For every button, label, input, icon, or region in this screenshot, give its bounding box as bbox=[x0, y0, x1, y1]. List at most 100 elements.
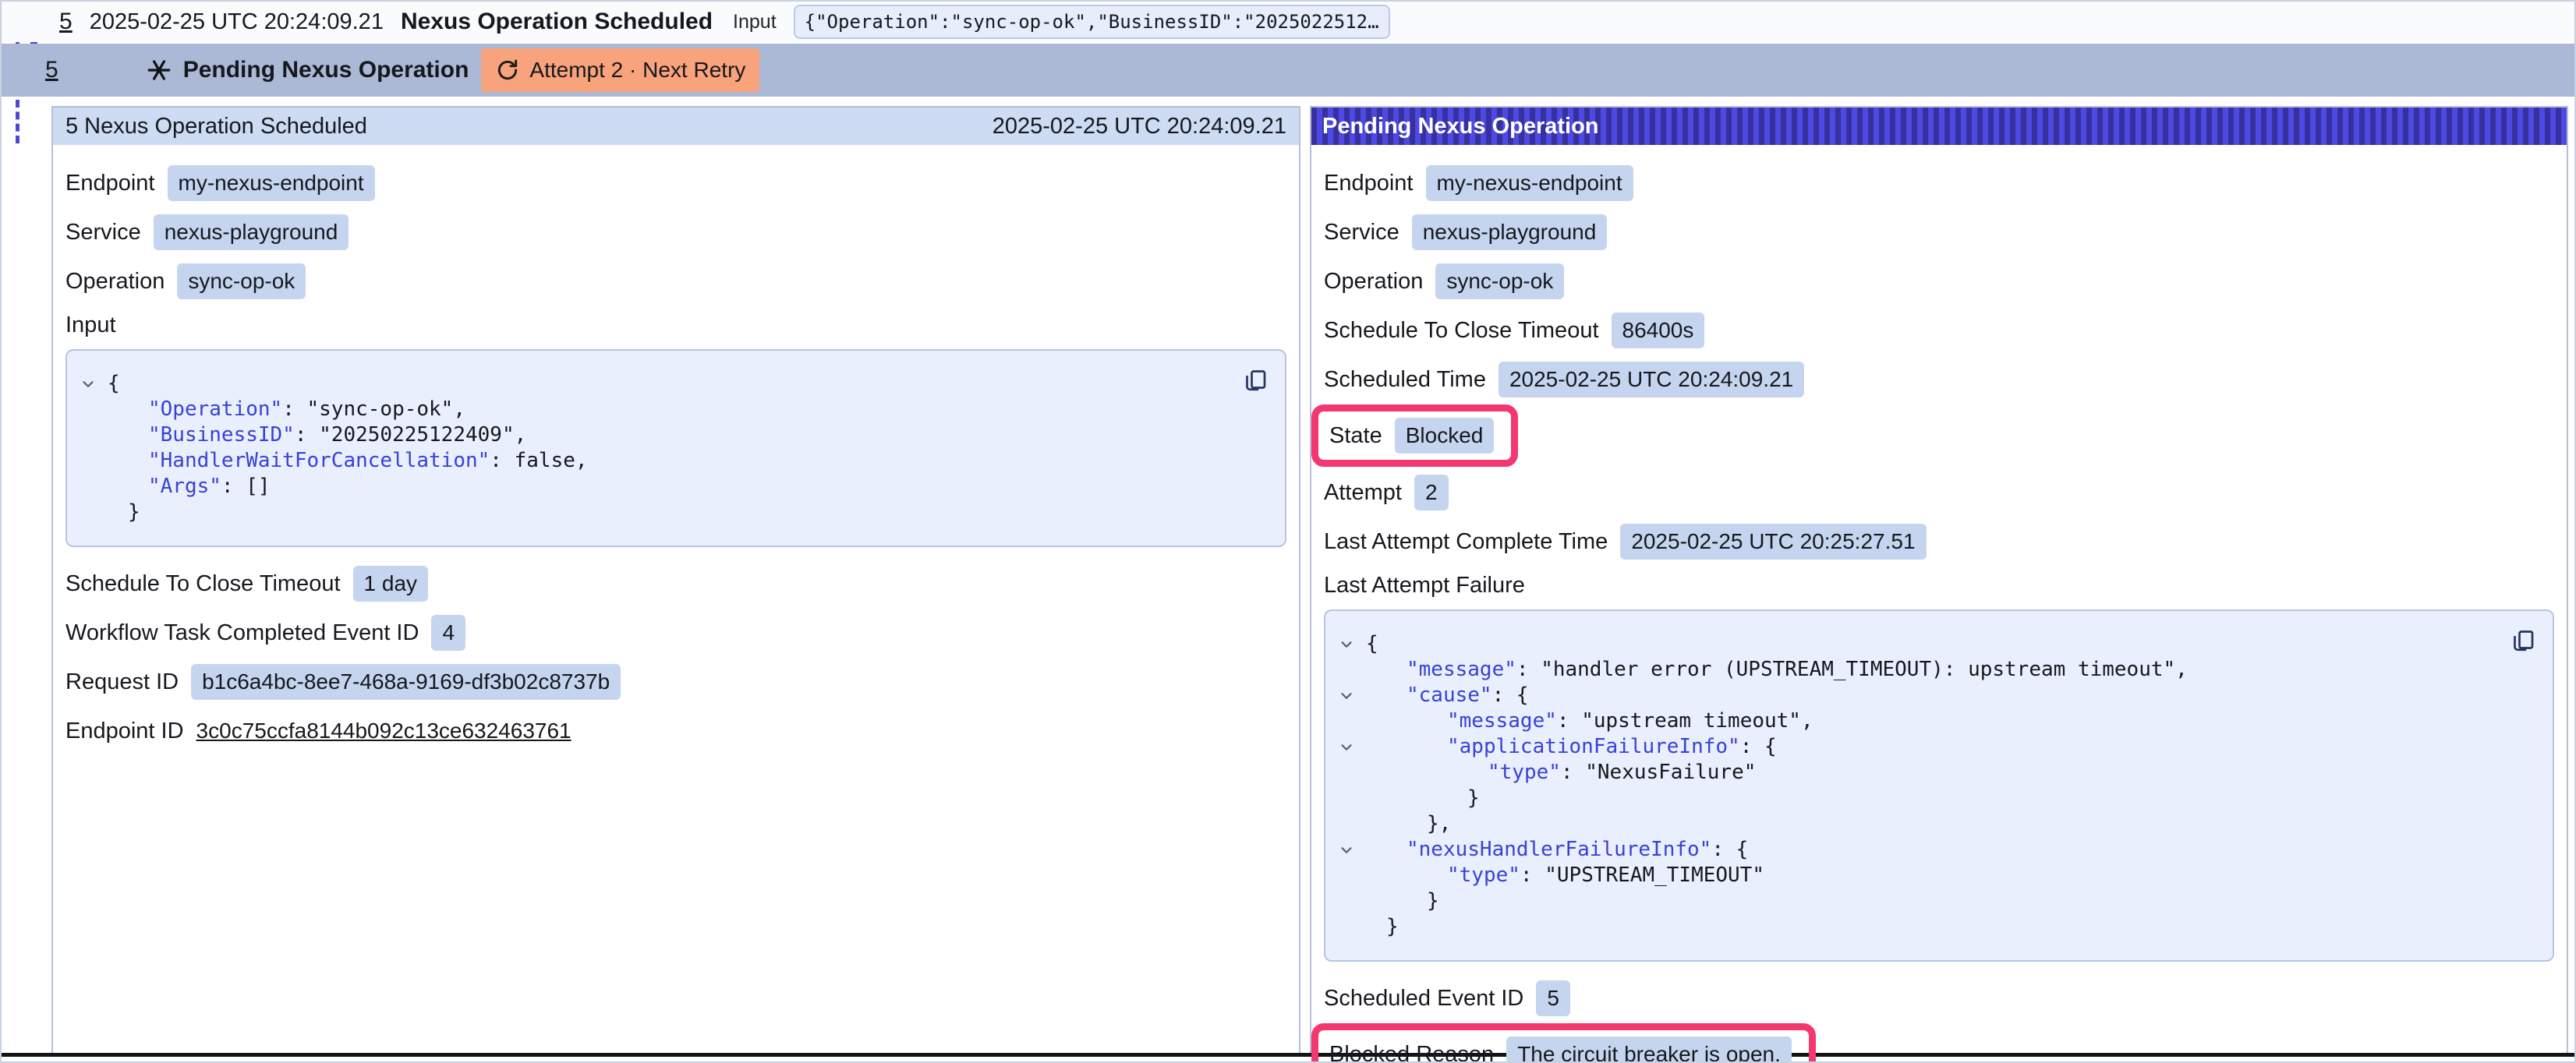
code-line: } bbox=[1338, 786, 2498, 811]
field-label: Request ID bbox=[65, 669, 179, 695]
code-line: "type": "NexusFailure" bbox=[1338, 760, 2498, 786]
chevron-down-icon[interactable] bbox=[1338, 683, 1366, 708]
blocked-reason-highlight-annotation: Blocked Reason The circuit breaker is op… bbox=[1311, 1023, 1816, 1063]
copy-icon[interactable] bbox=[1240, 365, 1271, 396]
code-gutter bbox=[80, 397, 108, 422]
chevron-down-icon[interactable] bbox=[1338, 734, 1366, 760]
code-line: "nexusHandlerFailureInfo": { bbox=[1338, 837, 2498, 863]
state-highlight-annotation: State Blocked bbox=[1311, 404, 1518, 467]
pending-operation-row[interactable]: 5 Pending Nexus Operation Attempt 2 · Ne… bbox=[2, 44, 2574, 97]
failure-json-viewer: {"message": "handler error (UPSTREAM_TIM… bbox=[1324, 609, 2554, 962]
code-line: "message": "upstream timeout", bbox=[1338, 708, 2498, 734]
field-value-badge: my-nexus-endpoint bbox=[1426, 165, 1633, 201]
code-gutter bbox=[80, 474, 108, 500]
field-label: Attempt bbox=[1324, 480, 1402, 506]
endpoint-id-link[interactable]: 3c0c75ccfa8144b092c13ce632463761 bbox=[196, 719, 571, 743]
code-gutter bbox=[1338, 760, 1366, 786]
field-label: Schedule To Close Timeout bbox=[1324, 318, 1599, 344]
field-endpoint-id: Endpoint ID 3c0c75ccfa8144b092c13ce63246… bbox=[65, 713, 1286, 749]
event-id-link[interactable]: 5 bbox=[59, 9, 73, 35]
code-line: { bbox=[1338, 631, 2498, 657]
code-line: "Args": [] bbox=[80, 474, 1230, 500]
pending-operation-header-title: Pending Nexus Operation bbox=[1322, 114, 1599, 139]
code-gutter bbox=[1338, 657, 1366, 683]
event-timestamp: 2025-02-25 UTC 20:24:09.21 bbox=[90, 9, 384, 35]
field-endpoint: Endpoint my-nexus-endpoint bbox=[65, 165, 1286, 201]
field-value-badge: b1c6a4bc-8ee7-468a-9169-df3b02c8737b bbox=[191, 664, 621, 700]
field-value-badge: 2 bbox=[1414, 475, 1449, 510]
field-schedule-to-close-timeout: Schedule To Close Timeout 1 day bbox=[65, 566, 1286, 602]
event-detail-header: 5 Nexus Operation Scheduled 2025-02-25 U… bbox=[53, 108, 1299, 145]
field-label: Service bbox=[1324, 220, 1399, 245]
event-detail-header-title: 5 Nexus Operation Scheduled bbox=[65, 114, 367, 139]
code-gutter bbox=[80, 448, 108, 474]
code-gutter bbox=[1338, 863, 1366, 888]
field-operation: Operation sync-op-ok bbox=[1324, 263, 2554, 299]
field-label: Endpoint bbox=[1324, 171, 1414, 196]
code-line: "type": "UPSTREAM_TIMEOUT" bbox=[1338, 863, 2498, 888]
field-value-badge: sync-op-ok bbox=[1435, 263, 1564, 299]
field-operation: Operation sync-op-ok bbox=[65, 263, 1286, 299]
field-blocked-reason: Blocked Reason The circuit breaker is op… bbox=[1329, 1037, 1792, 1063]
field-value-badge: nexus-playground bbox=[154, 214, 349, 250]
pending-event-id-link[interactable]: 5 bbox=[45, 57, 58, 83]
field-label: Scheduled Time bbox=[1324, 367, 1486, 393]
field-label: State bbox=[1329, 423, 1382, 449]
code-line: "cause": { bbox=[1338, 683, 2498, 708]
field-request-id: Request ID b1c6a4bc-8ee7-468a-9169-df3b0… bbox=[65, 664, 1286, 700]
field-workflow-task-completed-event-id: Workflow Task Completed Event ID 4 bbox=[65, 615, 1286, 651]
field-value-badge: 86400s bbox=[1612, 313, 1705, 348]
field-label: Endpoint bbox=[65, 171, 155, 196]
last-attempt-failure-label: Last Attempt Failure bbox=[1324, 573, 2554, 599]
field-scheduled-time: Scheduled Time 2025-02-25 UTC 20:24:09.2… bbox=[1324, 362, 2554, 397]
code-gutter bbox=[80, 422, 108, 448]
pending-operation-panel: Pending Nexus Operation Endpoint my-nexu… bbox=[1310, 106, 2568, 1055]
code-line: "Operation": "sync-op-ok", bbox=[80, 397, 1230, 422]
retry-icon bbox=[495, 58, 520, 83]
code-gutter bbox=[1338, 914, 1366, 940]
code-line: "message": "handler error (UPSTREAM_TIME… bbox=[1338, 657, 2498, 683]
event-detail-body: Endpoint my-nexus-endpoint Service nexus… bbox=[53, 145, 1299, 749]
copy-icon[interactable] bbox=[2507, 625, 2539, 656]
chevron-down-icon[interactable] bbox=[1338, 631, 1366, 657]
field-value-badge: 5 bbox=[1536, 980, 1570, 1016]
field-label: Endpoint ID bbox=[65, 719, 184, 744]
retry-badge-label: Attempt 2 · Next Retry bbox=[529, 58, 745, 83]
field-value-badge: 1 day bbox=[353, 566, 429, 602]
field-label: Service bbox=[65, 220, 141, 245]
input-section-label: Input bbox=[65, 313, 1286, 338]
code-line: { bbox=[80, 371, 1230, 397]
field-value-badge: my-nexus-endpoint bbox=[168, 165, 375, 201]
retry-attempt-badge: Attempt 2 · Next Retry bbox=[481, 48, 759, 92]
code-line: "BusinessID": "20250225122409", bbox=[80, 422, 1230, 448]
code-line: }, bbox=[1338, 811, 2498, 837]
state-value-badge: Blocked bbox=[1395, 418, 1495, 454]
field-value-badge: 2025-02-25 UTC 20:24:09.21 bbox=[1499, 362, 1804, 397]
field-label: Operation bbox=[65, 269, 165, 295]
bottom-divider-line bbox=[2, 1053, 2574, 1057]
field-endpoint: Endpoint my-nexus-endpoint bbox=[1324, 165, 2554, 201]
field-service: Service nexus-playground bbox=[65, 214, 1286, 250]
field-service: Service nexus-playground bbox=[1324, 214, 2554, 250]
field-label: Operation bbox=[1324, 269, 1423, 295]
event-row-scheduled[interactable]: 5 2025-02-25 UTC 20:24:09.21 Nexus Opera… bbox=[2, 2, 2574, 42]
field-label: Scheduled Event ID bbox=[1324, 986, 1523, 1012]
asterisk-icon bbox=[146, 57, 172, 83]
event-detail-header-timestamp: 2025-02-25 UTC 20:24:09.21 bbox=[993, 114, 1286, 139]
chevron-down-icon[interactable] bbox=[80, 371, 108, 397]
field-schedule-to-close-timeout: Schedule To Close Timeout 86400s bbox=[1324, 313, 2554, 348]
pending-title: Pending Nexus Operation bbox=[183, 57, 469, 83]
field-value-badge: 2025-02-25 UTC 20:25:27.51 bbox=[1620, 524, 1926, 560]
field-label: Workflow Task Completed Event ID bbox=[65, 620, 419, 646]
code-gutter bbox=[1338, 708, 1366, 734]
blocked-reason-value-badge: The circuit breaker is open. bbox=[1506, 1037, 1792, 1063]
code-gutter bbox=[1338, 786, 1366, 811]
event-input-label: Input bbox=[733, 11, 777, 34]
input-json-viewer: {"Operation": "sync-op-ok","BusinessID":… bbox=[65, 349, 1286, 547]
field-value-badge: 4 bbox=[431, 615, 465, 651]
field-attempt: Attempt 2 bbox=[1324, 475, 2554, 510]
code-line: } bbox=[80, 500, 1230, 525]
chevron-down-icon[interactable] bbox=[1338, 837, 1366, 863]
pending-operation-header: Pending Nexus Operation bbox=[1311, 108, 2567, 145]
code-gutter bbox=[80, 500, 108, 525]
